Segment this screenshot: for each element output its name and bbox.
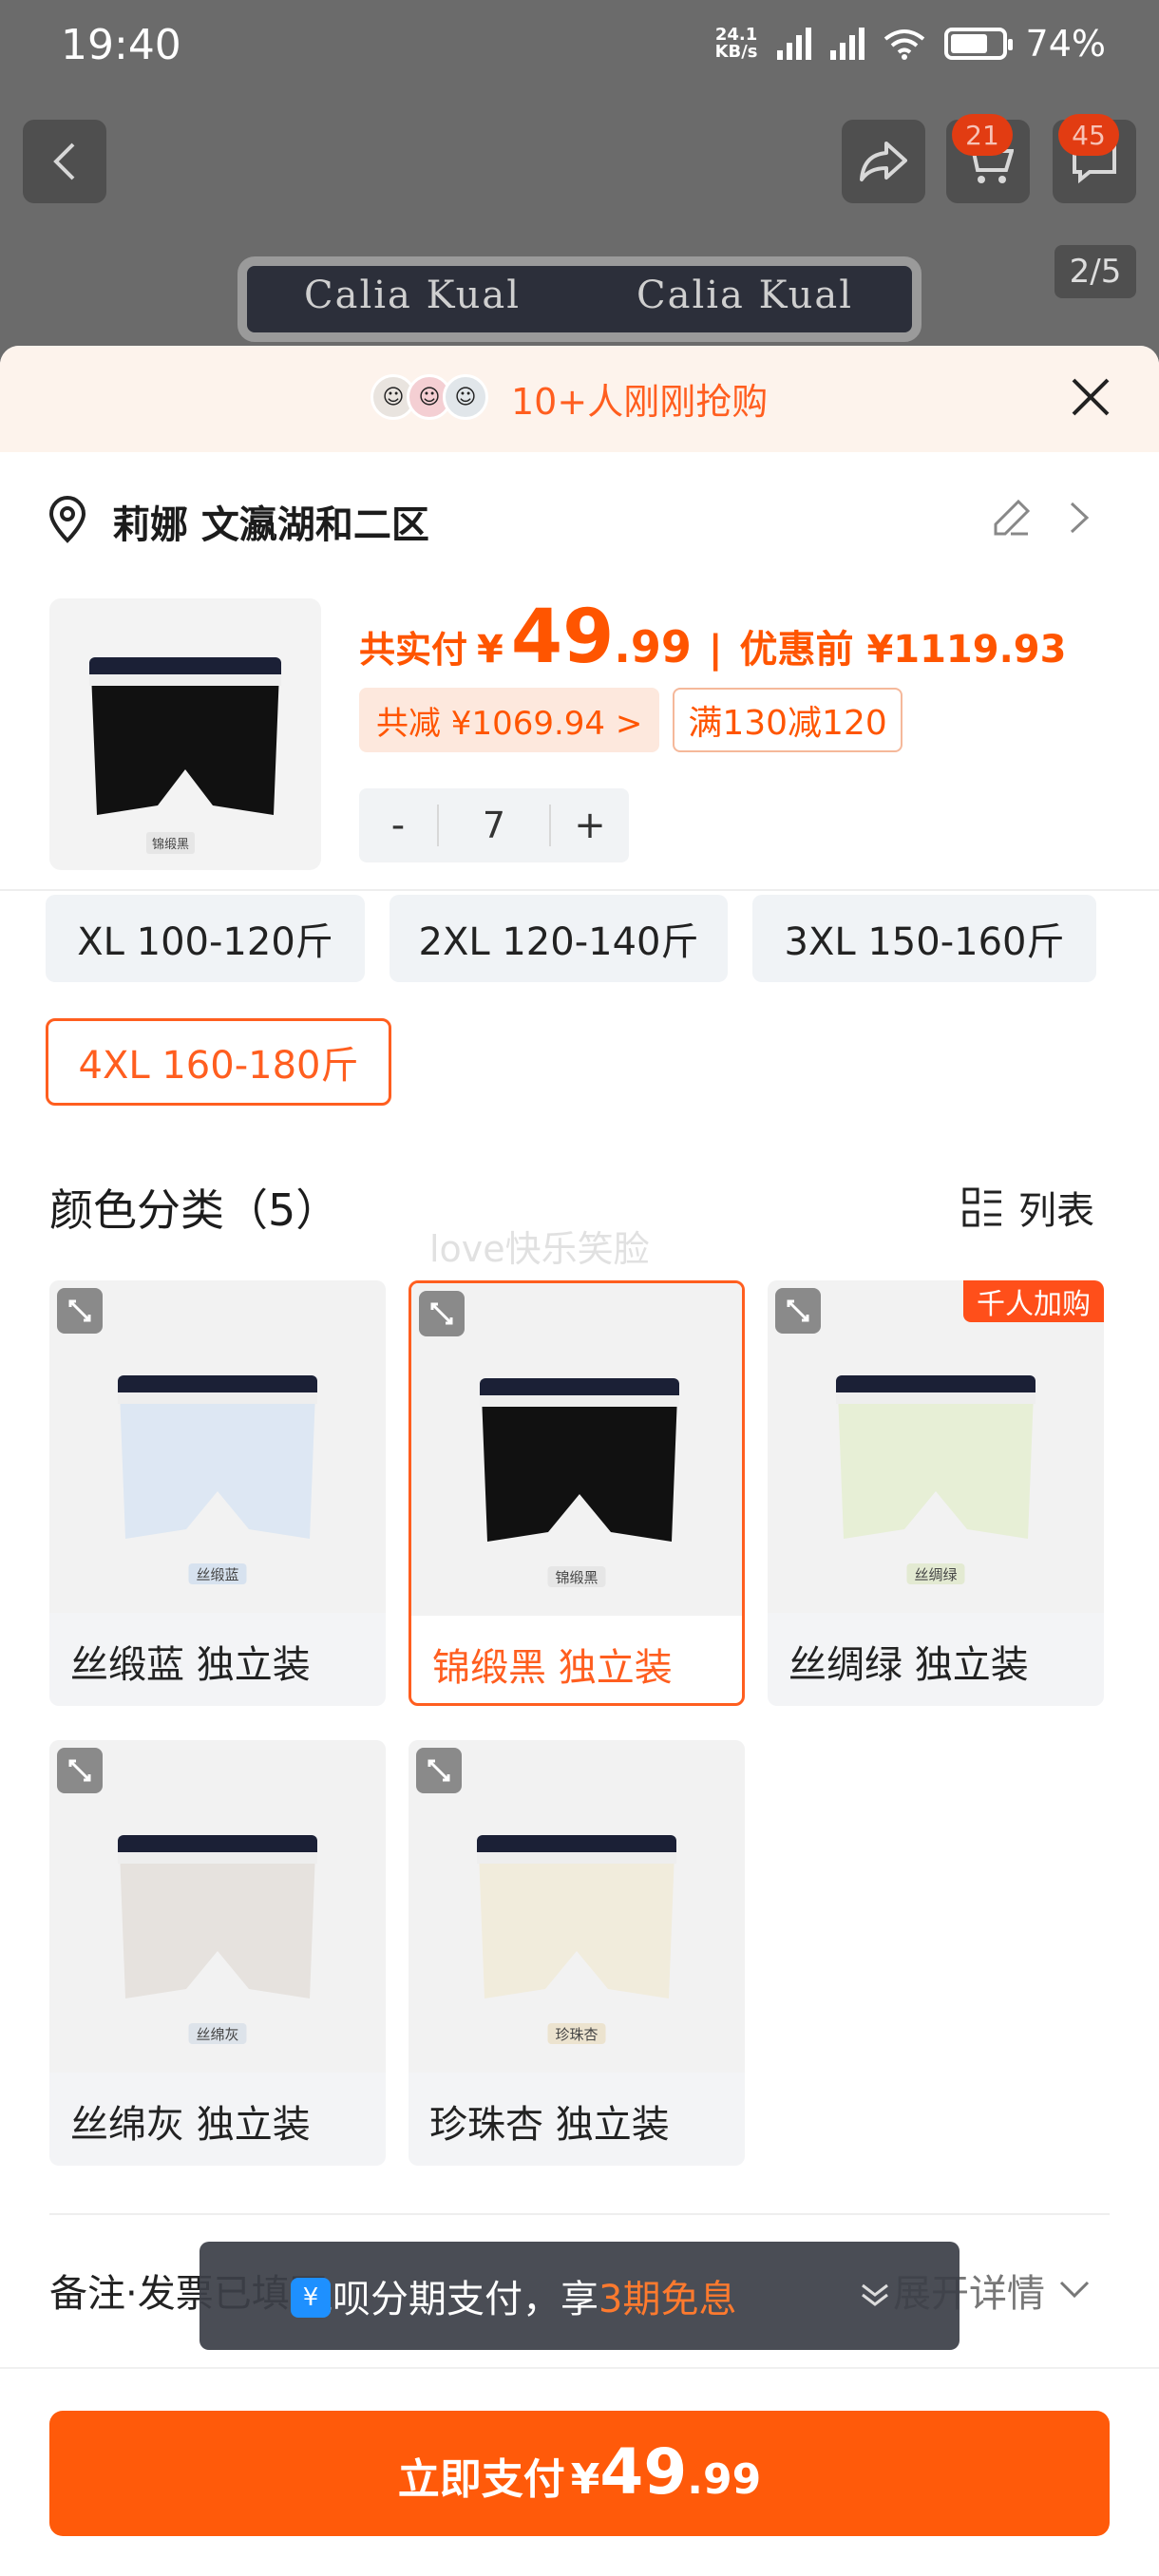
promo-text: 10+人刚刚抢购	[511, 381, 769, 423]
address-row[interactable]: 莉娜 文瀛湖和二区	[0, 452, 1159, 585]
discount-row: 共减 ¥1069.94 > 满130减120	[359, 688, 902, 752]
hot-tag: 千人加购	[963, 1280, 1104, 1322]
color-option-card[interactable]: 丝缎蓝丝缎蓝 独立装	[49, 1280, 386, 1706]
size-option-xl[interactable]: XL 100-120斤	[46, 895, 365, 982]
briefs-image	[89, 657, 281, 815]
color-option-label: 珍珠杏 独立装	[429, 2103, 670, 2147]
expand-image-icon[interactable]	[416, 1748, 462, 1793]
back-button[interactable]	[23, 120, 106, 203]
wifi-icon	[884, 29, 924, 60]
battery-icon	[943, 28, 1013, 60]
signal-icon	[776, 28, 811, 60]
quantity-stepper: - 7 +	[359, 788, 629, 862]
size-option-2xl[interactable]: 2XL 120-140斤	[390, 895, 728, 982]
cart-button[interactable]: 21	[946, 114, 1030, 203]
status-time: 19:40	[61, 21, 181, 69]
product-gallery-backdrop: 19:40 24.1 KB/s 74% 21 45 2/5 Calia Kual…	[0, 0, 1159, 370]
sku-selector-sheet: ☺ ☺ ☺ 10+人刚刚抢购 莉娜 文瀛湖和二区 锦缎黑 共实付 ¥ 49 .9…	[0, 346, 1159, 2576]
expand-image-icon[interactable]	[775, 1288, 821, 1334]
expand-image-icon[interactable]	[57, 1748, 103, 1793]
color-option-label: 丝绸绿 独立装	[788, 1643, 1029, 1687]
price-decimal: .99	[614, 621, 692, 672]
price-before-discount: 优惠前 ¥1119.93	[739, 628, 1067, 672]
size-option-3xl[interactable]: 3XL 150-160斤	[752, 895, 1096, 982]
list-view-toggle[interactable]: 列表	[961, 1180, 1094, 1235]
avatar: ☺	[443, 374, 488, 420]
pay-now-button[interactable]: 立即支付 ¥ 49 .99	[49, 2411, 1110, 2536]
color-option-card[interactable]: 丝绵灰丝绵灰 独立装	[49, 1740, 386, 2166]
toast-highlight: 3期免息	[598, 2278, 737, 2321]
checkout-bar: 立即支付 ¥ 49 .99	[0, 2367, 1159, 2576]
color-swatch-tag: 丝缎蓝	[188, 1563, 247, 1584]
color-swatch-tag: 丝绸绿	[906, 1563, 965, 1584]
color-option-label: 丝绵灰 独立装	[70, 2103, 311, 2147]
messages-button[interactable]: 45	[1053, 114, 1136, 203]
pay-label: 立即支付	[397, 2455, 565, 2504]
expand-image-icon[interactable]	[419, 1291, 465, 1336]
installment-toast[interactable]: ¥ 花呗分期支付，享 3期免息	[200, 2242, 960, 2350]
signal-2-icon	[829, 28, 864, 60]
price-label: 共实付	[359, 629, 468, 671]
size-option-4xl[interactable]: 4XL 160-180斤	[46, 1018, 391, 1106]
battery-percent: 74%	[1025, 23, 1106, 65]
total-discount-chip[interactable]: 共减 ¥1069.94 >	[359, 688, 660, 752]
battery-fill	[950, 34, 987, 53]
price-integer: 49	[510, 595, 615, 680]
price-currency: ¥	[477, 628, 504, 672]
price-separator: |	[708, 628, 723, 672]
chevron-down-icon	[862, 2283, 888, 2306]
share-icon	[860, 142, 907, 181]
hero-brand-text-2: Calia Kual	[636, 274, 854, 317]
network-speed-unit: KB/s	[714, 42, 758, 62]
hero-brand-text-1: Calia Kual	[304, 274, 522, 317]
color-option-card[interactable]: 锦缎黑锦缎黑 独立装	[408, 1280, 745, 1706]
hero-product-waistband: Calia Kual Calia Kual	[238, 256, 922, 342]
color-swatch-tag: 锦缎黑	[547, 1566, 606, 1587]
quantity-value[interactable]: 7	[437, 805, 551, 846]
color-option-card[interactable]: 珍珠杏珍珠杏 独立装	[408, 1740, 745, 2166]
status-indicators: 24.1 KB/s 74%	[715, 23, 1106, 65]
color-option-label: 锦缎黑 独立装	[432, 1646, 673, 1690]
location-pin-icon	[48, 496, 86, 543]
color-option-card[interactable]: 丝绸绿 千人加购丝绸绿 独立装	[768, 1280, 1104, 1706]
promo-banner: ☺ ☺ ☺ 10+人刚刚抢购	[0, 346, 1159, 452]
toast-text: 花呗分期支付，享	[294, 2278, 598, 2321]
quantity-minus-button[interactable]: -	[359, 788, 437, 862]
color-swatch-tag: 珍珠杏	[547, 2023, 606, 2044]
watermark-text: love快乐笑脸	[429, 1228, 650, 1270]
address-text: 莉娜 文瀛湖和二区	[112, 503, 429, 547]
color-section-title: 颜色分类（5）	[49, 1184, 340, 1236]
divider	[49, 2213, 1110, 2215]
chevron-left-icon	[53, 142, 75, 180]
gallery-page-indicator: 2/5	[1054, 245, 1136, 298]
divider	[0, 889, 1159, 891]
edit-icon[interactable]	[992, 498, 1032, 538]
buyer-avatars: ☺ ☺ ☺	[370, 374, 488, 420]
cart-badge: 21	[952, 114, 1013, 156]
pay-currency: ¥	[570, 2455, 600, 2504]
huabei-icon: ¥	[291, 2278, 331, 2318]
coupon-chip: 满130减120	[673, 688, 902, 752]
expand-image-icon[interactable]	[57, 1288, 103, 1334]
color-swatch-tag: 丝绵灰	[188, 2023, 247, 2044]
pay-amount-integer: 49	[599, 2435, 688, 2509]
price-line: 共实付 ¥ 49 .99 | 优惠前 ¥1119.93	[359, 595, 1066, 680]
color-option-label: 丝缎蓝 独立装	[70, 1643, 311, 1687]
chevron-right-icon[interactable]	[1068, 500, 1091, 536]
close-icon[interactable]	[1064, 370, 1117, 424]
quantity-plus-button[interactable]: +	[551, 788, 629, 862]
list-view-label: 列表	[1018, 1189, 1094, 1233]
product-thumbnail[interactable]: 锦缎黑	[49, 598, 321, 870]
chevron-down-icon	[1059, 2281, 1090, 2299]
pay-amount-decimal: .99	[687, 2455, 762, 2504]
messages-badge: 45	[1058, 114, 1119, 156]
network-speed: 24.1 KB/s	[715, 27, 758, 61]
status-bar: 19:40 24.1 KB/s 74%	[0, 0, 1159, 95]
list-icon	[962, 1187, 1001, 1227]
thumb-color-tag: 锦缎黑	[146, 832, 196, 854]
share-button[interactable]	[842, 120, 925, 203]
